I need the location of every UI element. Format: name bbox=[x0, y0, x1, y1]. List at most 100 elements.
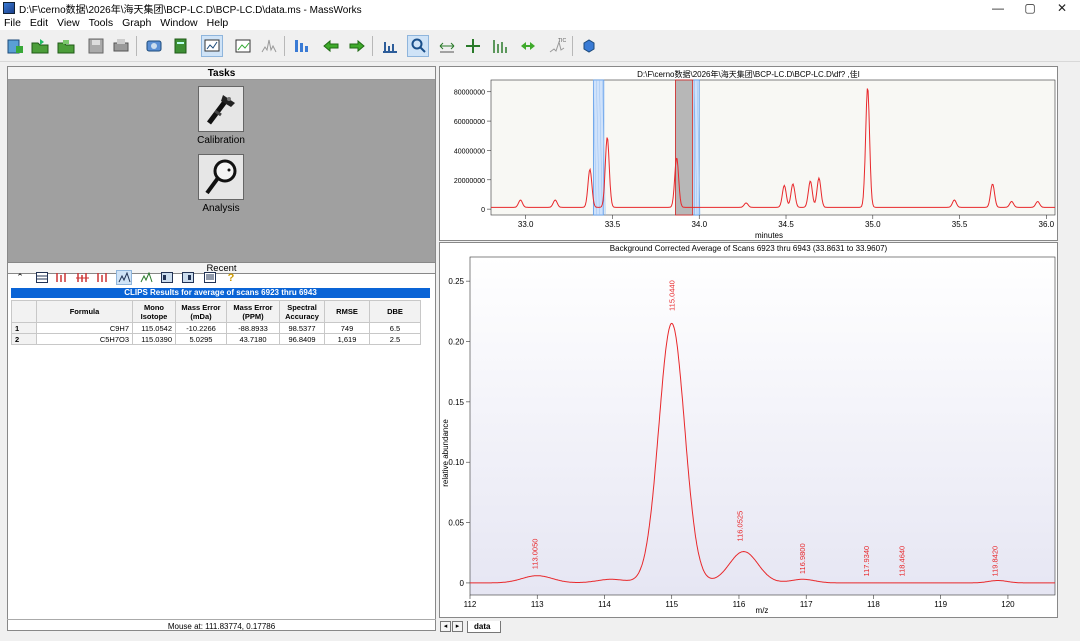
peak-label: 117.9340 bbox=[862, 546, 871, 577]
y-tick-label: 0.10 bbox=[448, 458, 464, 467]
bar-chart-icon[interactable] bbox=[379, 35, 401, 57]
split-icon[interactable] bbox=[74, 270, 90, 285]
x-tick-label: 120 bbox=[1001, 600, 1015, 609]
selected-scan-range bbox=[675, 79, 693, 216]
cell-mono-isotope: 115.0542 bbox=[132, 322, 176, 334]
x-tick-label: 114 bbox=[598, 600, 611, 609]
help-icon[interactable]: ? bbox=[223, 270, 239, 285]
row-index: 2 bbox=[11, 333, 37, 345]
col-header-mass-error-mda[interactable]: Mass Error (mDa) bbox=[175, 300, 227, 323]
chromatogram-plot[interactable]: 33.0 33.5 34.0 34.5 35.0 35.5 36.0 0 20000000 400… bbox=[440, 67, 1057, 240]
chromatogram-plot-area bbox=[490, 79, 1056, 216]
minimize-button[interactable]: — bbox=[980, 0, 1016, 16]
cell-mass-error-mda: 5.0295 bbox=[175, 333, 227, 345]
chromatogram-pane: D:\F\cerno数据\2026年\海天集团\BCP-LC.D\BCP-LC.… bbox=[439, 66, 1058, 241]
export-icon[interactable] bbox=[170, 35, 192, 57]
x-tick-label: 36.0 bbox=[1039, 220, 1055, 229]
copy-icon[interactable] bbox=[143, 35, 165, 57]
maximize-button[interactable]: ▢ bbox=[1012, 0, 1048, 16]
table-row[interactable]: 1 C9H7 115.0542 -10.2266 -88.8933 98.537… bbox=[11, 322, 421, 334]
spectrum-pane: Background Corrected Average of Scans 69… bbox=[439, 242, 1058, 618]
clips-icon[interactable] bbox=[116, 270, 132, 285]
y-tick-label: 40000000 bbox=[454, 148, 485, 155]
tasks-panel: Calibration Analysis bbox=[8, 80, 435, 262]
search-formula-icon[interactable] bbox=[138, 270, 154, 285]
y-tick-label: 80000000 bbox=[454, 90, 485, 97]
display-icon[interactable] bbox=[201, 35, 223, 57]
col-header-rmse[interactable]: RMSE bbox=[324, 300, 370, 323]
peak-label: 118.4640 bbox=[898, 546, 907, 577]
cube-icon[interactable] bbox=[578, 35, 600, 57]
x-tick-label: 118 bbox=[867, 600, 880, 609]
app-icon bbox=[3, 2, 15, 14]
col-header-formula[interactable]: Formula bbox=[36, 300, 133, 323]
tab-scroll-left-icon[interactable]: ◂ bbox=[440, 621, 451, 632]
menu-tools[interactable]: Tools bbox=[89, 17, 114, 29]
table-icon[interactable] bbox=[34, 270, 50, 285]
spectrum-plot[interactable]: 112 113 114 115 116 117 118 119 120 0 0.05 0.10 0.15… bbox=[440, 243, 1057, 617]
svg-text:TIC: TIC bbox=[558, 38, 566, 44]
menu-view[interactable]: View bbox=[57, 17, 80, 29]
calibrate-icon[interactable] bbox=[290, 35, 312, 57]
cell-mass-error-ppm: 43.7180 bbox=[226, 333, 280, 345]
list-icon[interactable] bbox=[202, 270, 218, 285]
collapse-icon[interactable]: ⌃ bbox=[12, 270, 28, 285]
tab-data[interactable]: data bbox=[467, 620, 502, 633]
mouse-position-status: Mouse at: 111.83774, 0.17786 bbox=[7, 619, 436, 632]
cell-rmse: 1,619 bbox=[324, 333, 370, 345]
col-header-dbe[interactable]: DBE bbox=[369, 300, 421, 323]
col-header-index[interactable] bbox=[11, 300, 37, 323]
col-header-spectral-accuracy[interactable]: Spectral Accuracy bbox=[279, 300, 325, 323]
y-tick-label: 0 bbox=[481, 207, 485, 214]
y-tick-label: 60000000 bbox=[454, 119, 485, 126]
cross-arrows-icon[interactable] bbox=[462, 35, 484, 57]
menu-help[interactable]: Help bbox=[207, 17, 229, 29]
magnifier-icon bbox=[198, 154, 244, 200]
open-icon[interactable] bbox=[29, 35, 51, 57]
x-tick-label: 34.5 bbox=[778, 220, 794, 229]
formula-icon[interactable] bbox=[53, 270, 69, 285]
y-tick-label: 0.25 bbox=[448, 277, 464, 286]
chromatogram-selected-range[interactable] bbox=[675, 79, 693, 216]
close-button[interactable]: ✕ bbox=[1044, 0, 1080, 16]
task-calibration[interactable]: Calibration bbox=[181, 86, 261, 146]
save-icon[interactable] bbox=[85, 35, 107, 57]
menu-file[interactable]: File bbox=[4, 17, 21, 29]
peak-label: 116.9800 bbox=[798, 543, 807, 574]
cell-dbe: 6.5 bbox=[369, 322, 421, 334]
tasks-header: Tasks bbox=[8, 67, 435, 80]
row-index: 1 bbox=[11, 322, 37, 334]
grid-icon[interactable] bbox=[159, 270, 175, 285]
zoom-icon[interactable] bbox=[407, 35, 429, 57]
menu-graph[interactable]: Graph bbox=[122, 17, 151, 29]
x-tick-label: 115 bbox=[665, 600, 678, 609]
spectrum-icon[interactable] bbox=[258, 35, 280, 57]
peak-pick-icon[interactable] bbox=[489, 35, 511, 57]
task-analysis[interactable]: Analysis bbox=[181, 154, 261, 214]
col-header-mass-error-ppm[interactable]: Mass Error (PPM) bbox=[226, 300, 280, 323]
cell-mass-error-mda: -10.2266 bbox=[175, 322, 227, 334]
col-header-mono-isotope[interactable]: Mono Isotope bbox=[132, 300, 176, 323]
expand-h-icon[interactable] bbox=[436, 35, 458, 57]
x-tick-label: 112 bbox=[464, 600, 477, 609]
x-tick-label: 33.0 bbox=[518, 220, 534, 229]
tic-icon[interactable]: TIC bbox=[546, 35, 568, 57]
chromatogram-x-label: minutes bbox=[755, 231, 783, 240]
arrow-left-icon[interactable] bbox=[320, 35, 342, 57]
new-icon[interactable] bbox=[4, 35, 26, 57]
menu-window[interactable]: Window bbox=[160, 17, 197, 29]
tab-scroll-right-icon[interactable]: ▸ bbox=[452, 621, 463, 632]
print-icon[interactable] bbox=[110, 35, 132, 57]
arrow-right-icon[interactable] bbox=[346, 35, 368, 57]
align-icon[interactable] bbox=[94, 270, 110, 285]
move-icon[interactable] bbox=[517, 35, 539, 57]
x-tick-label: 34.0 bbox=[691, 220, 707, 229]
x-tick-label: 113 bbox=[531, 600, 544, 609]
clips-results-title: CLIPS Results for average of scans 6923 … bbox=[11, 288, 430, 298]
image-icon[interactable] bbox=[232, 35, 254, 57]
table-row[interactable]: 2 C5H7O3 115.0390 5.0295 43.7180 96.8409… bbox=[11, 333, 421, 345]
menu-edit[interactable]: Edit bbox=[30, 17, 48, 29]
grid2-icon[interactable] bbox=[180, 270, 196, 285]
y-tick-label: 20000000 bbox=[454, 178, 485, 185]
open-folder-icon[interactable] bbox=[55, 35, 77, 57]
